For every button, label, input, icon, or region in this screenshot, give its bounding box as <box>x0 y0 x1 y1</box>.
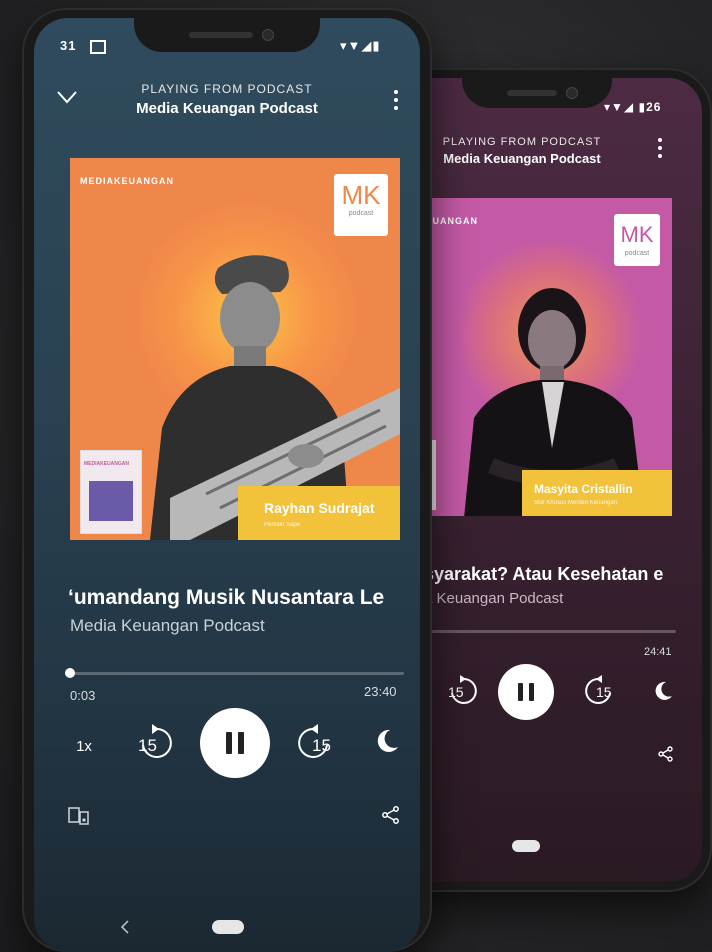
back-show-name: a Keuangan Podcast <box>424 590 564 607</box>
back-share-icon[interactable] <box>658 746 674 762</box>
back-pause-button[interactable] <box>498 664 554 720</box>
back-header-title: Media Keuangan Podcast <box>443 151 601 166</box>
back-skip-back-button[interactable]: 15 <box>440 674 484 708</box>
back-progress-track[interactable] <box>424 630 676 633</box>
front-playback-speed-button[interactable]: 1x <box>68 734 100 758</box>
front-sleep-timer-moon-icon[interactable] <box>374 728 400 754</box>
back-episode-artwork: KEUANGAN MK podcast Masyita Cristallin S… <box>414 198 672 516</box>
front-progress-knob[interactable] <box>65 668 75 678</box>
front-home-button[interactable] <box>212 920 244 934</box>
back-mk-logo: MK podcast <box>614 214 660 266</box>
back-more-options-icon[interactable] <box>658 138 662 162</box>
back-skip-forward-button[interactable]: 15 <box>578 674 622 708</box>
front-skip-back-button[interactable]: 15 <box>130 722 178 762</box>
back-duration: 24:41 <box>644 646 672 658</box>
front-more-options-icon[interactable] <box>394 90 398 114</box>
front-connect-devices-icon[interactable] <box>68 806 90 826</box>
back-status-icons: ▾▼◢ ▮26 <box>604 100 662 114</box>
front-collapse-chevron-icon[interactable] <box>56 90 78 104</box>
front-phone: 31 ▾▼◢▮ PLAYING FROM PODCAST Media Keuan… <box>22 8 432 952</box>
front-guest-namebar: Rayhan Sudrajat Pemain Sape <box>238 486 400 540</box>
front-duration: 23:40 <box>364 684 397 699</box>
front-mk-logo: MK podcast <box>334 174 388 236</box>
front-phone-screen: 31 ▾▼◢▮ PLAYING FROM PODCAST Media Keuan… <box>34 18 420 952</box>
back-home-button[interactable] <box>512 840 540 852</box>
front-episode-artwork: MEDIAKEUANGAN MK podcast Rayhan Sudrajat… <box>70 158 400 540</box>
front-brand-label: MEDIAKEUANGAN <box>80 176 174 186</box>
front-status-notification-icon <box>90 40 106 54</box>
front-status-icons: ▾▼◢▮ <box>340 38 381 53</box>
front-header-title: Media Keuangan Podcast <box>136 100 318 117</box>
back-episode-title: syarakat? Atau Kesehatan e <box>424 564 664 584</box>
back-pause-icon <box>518 683 523 701</box>
back-notch <box>462 78 612 108</box>
front-progress-track[interactable] <box>70 672 404 675</box>
back-header-subtitle: PLAYING FROM PODCAST <box>442 136 602 148</box>
front-magazine-thumb: MEDIAKEUANGAN <box>80 450 142 534</box>
front-notch <box>134 18 320 52</box>
front-nav-back-icon[interactable] <box>120 920 130 934</box>
front-pause-button[interactable] <box>200 708 270 778</box>
front-skip-forward-button[interactable]: 15 <box>292 722 340 762</box>
front-share-icon[interactable] <box>382 806 400 824</box>
front-show-name: Media Keuangan Podcast <box>70 616 265 635</box>
front-episode-title: ‘umandang Musik Nusantara Le <box>68 586 385 609</box>
front-header-subtitle: PLAYING FROM PODCAST <box>141 82 313 96</box>
front-status-time: 31 <box>60 38 77 53</box>
back-sleep-timer-moon-icon[interactable] <box>652 680 674 702</box>
back-guest-namebar: Masyita Cristallin Staf Khusus Menteri K… <box>522 470 672 516</box>
front-pause-icon <box>226 732 232 754</box>
front-elapsed-time: 0:03 <box>70 688 96 703</box>
